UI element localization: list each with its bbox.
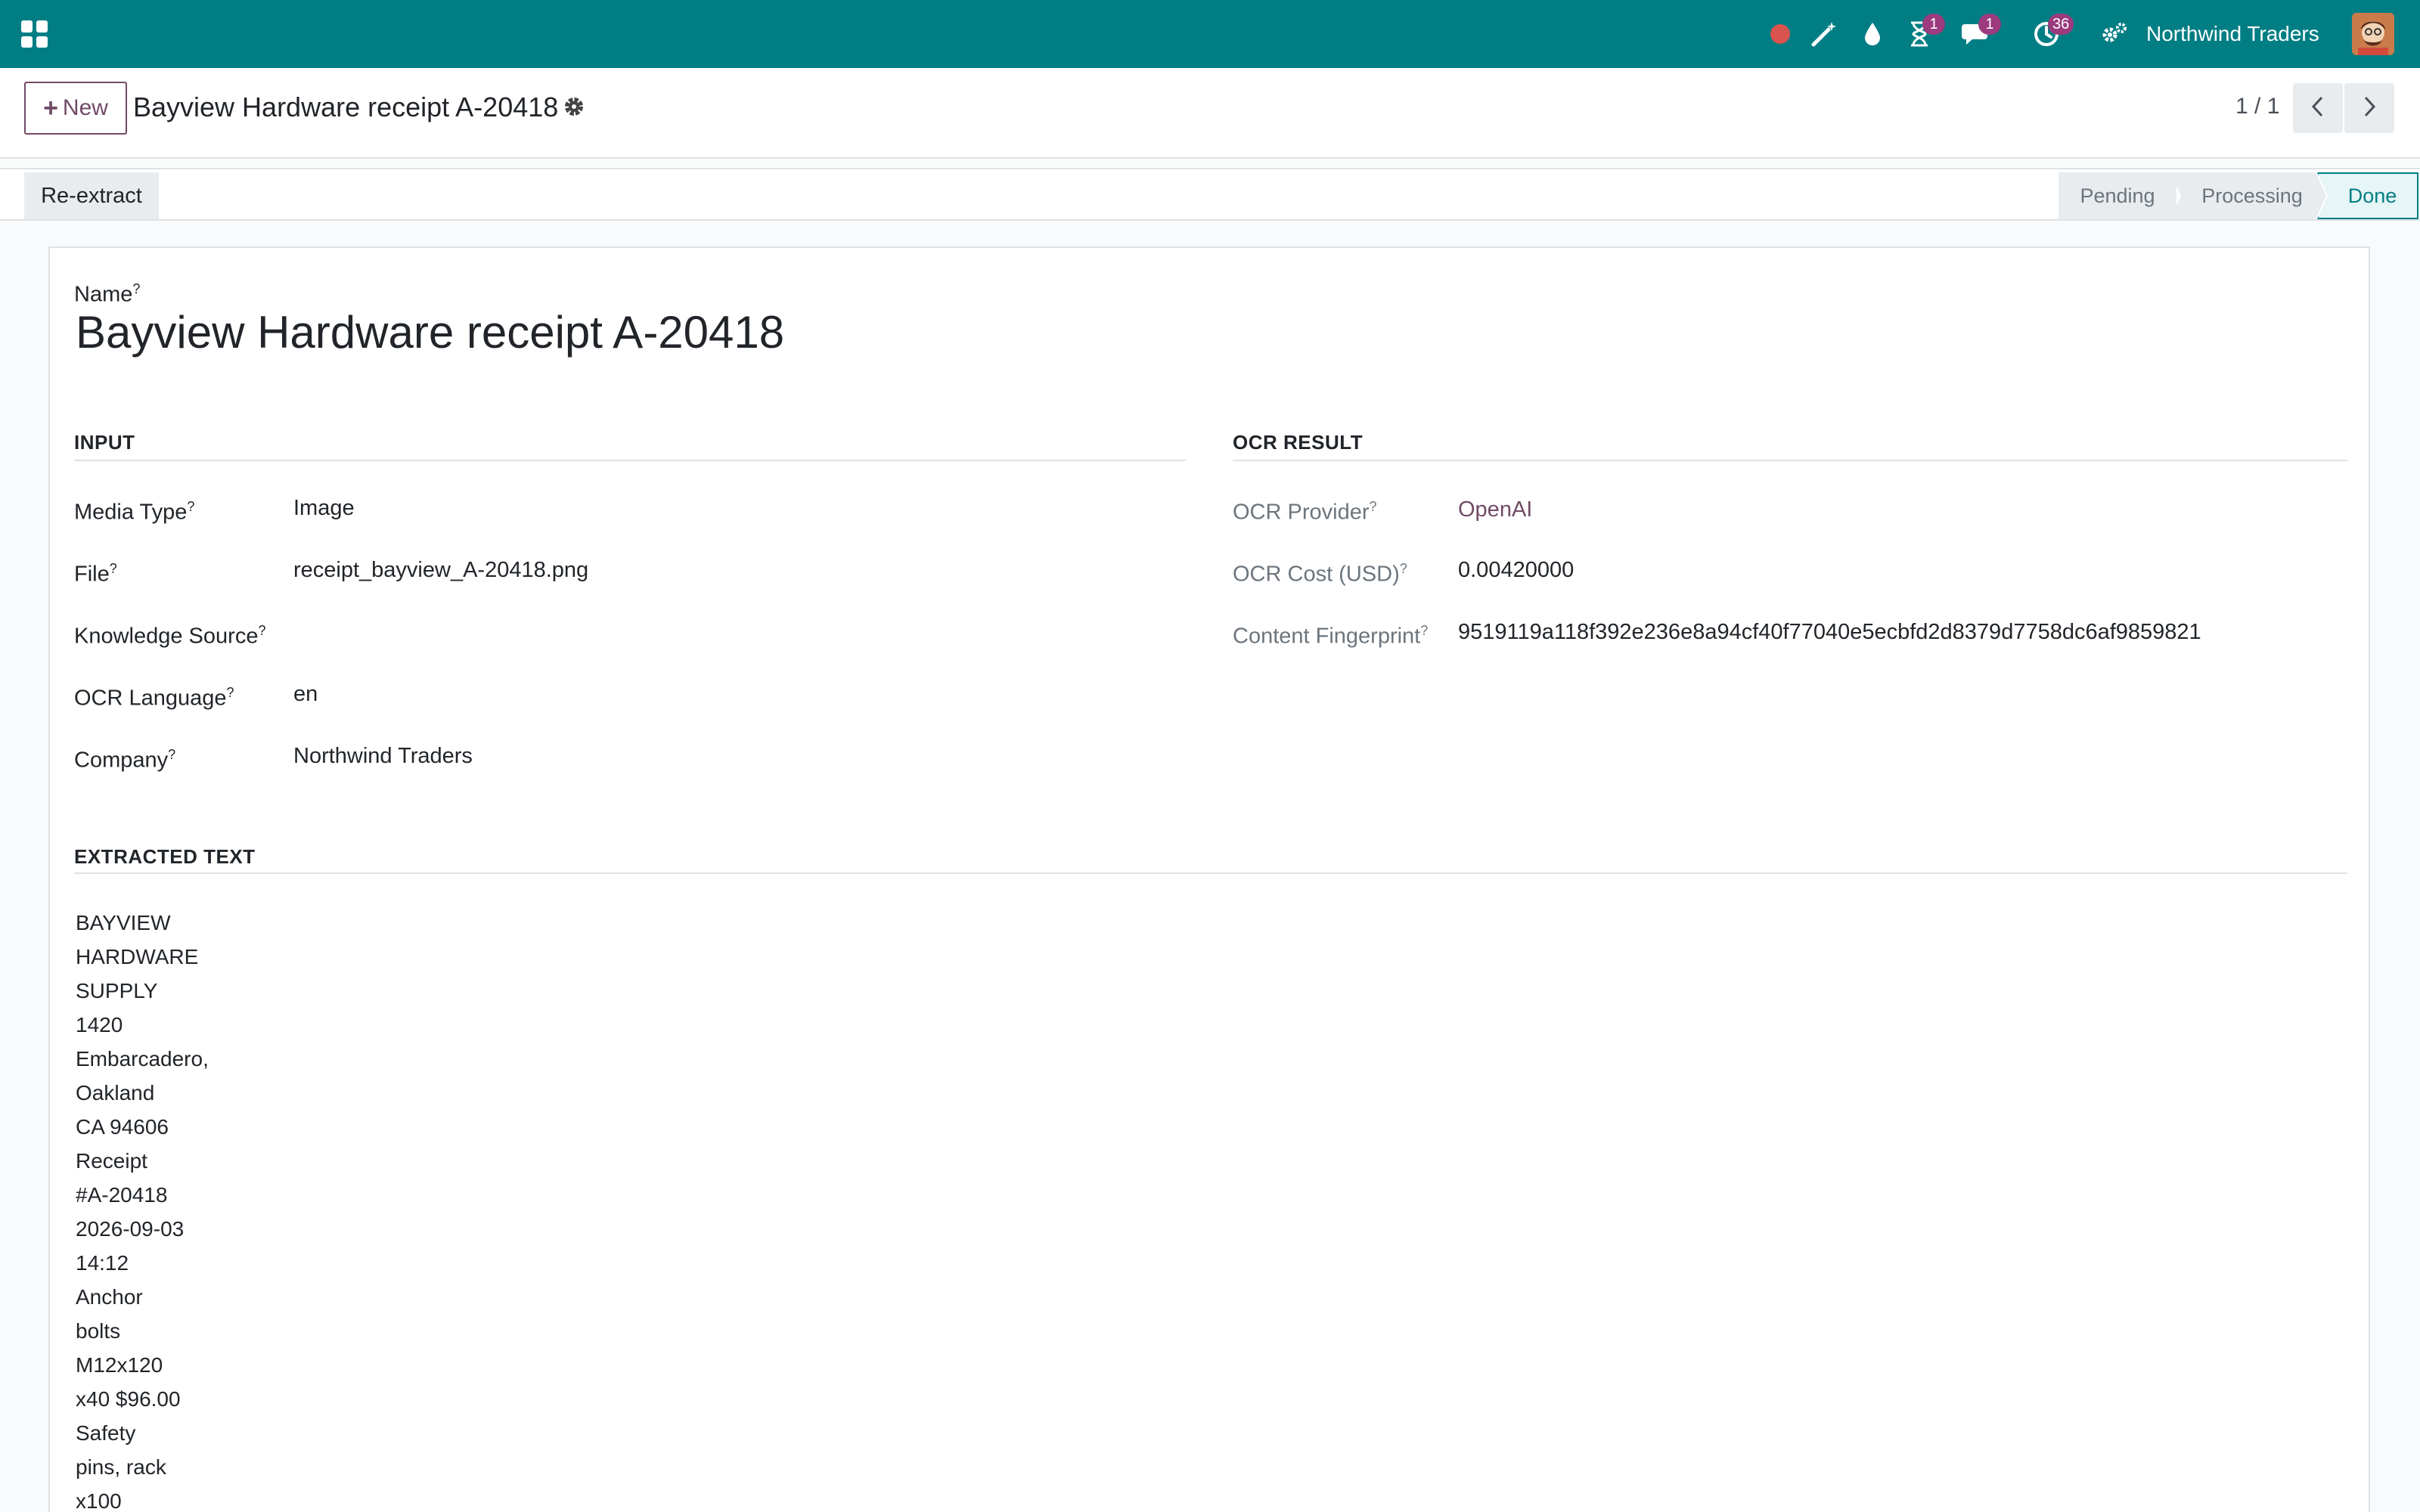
activities-badge: 1 [1922, 14, 1945, 35]
pager-next-button[interactable] [2344, 83, 2394, 133]
ocr-cost-value: 0.00420000 [1458, 558, 1575, 582]
user-avatar[interactable] [2352, 13, 2394, 55]
input-section-divider [74, 460, 1186, 461]
input-section-title: INPUT [74, 431, 135, 454]
extracted-text-line: Oakland [76, 1081, 155, 1105]
pager-previous-button[interactable] [2293, 83, 2343, 133]
form-statusbar: Re-extract Pending Processing Done [0, 168, 2420, 221]
new-button-label: New [62, 95, 108, 120]
apps-menu-icon[interactable] [21, 20, 48, 48]
top-navbar: 1 1 36 Northwind Traders [0, 0, 2420, 68]
help-tooltip-icon: ? [168, 747, 176, 762]
extracted-text-line: 14:12 [76, 1251, 129, 1275]
extracted-text-line: x100 [76, 1489, 122, 1512]
media-type-label: Media Type? [74, 499, 195, 525]
clock-badge: 36 [2048, 14, 2074, 35]
media-type-value[interactable]: Image [293, 493, 355, 523]
ocr-provider-link[interactable]: OpenAI [1458, 494, 1532, 525]
droplet-icon[interactable] [1859, 15, 1886, 53]
plus-icon: + [43, 93, 58, 122]
help-tooltip-icon: ? [258, 623, 266, 638]
control-panel: + New Bayview Hardware receipt A-20418 1… [0, 68, 2420, 159]
new-record-button[interactable]: + New [24, 82, 127, 135]
form-sheet: Name? Bayview Hardware receipt A-20418 I… [48, 246, 2370, 1512]
content-fingerprint-value: 9519119a118f392e236e8a94cf40f77040e5ecbf… [1458, 620, 2201, 644]
help-tooltip-icon: ? [1399, 561, 1407, 576]
extracted-text-divider [74, 872, 2347, 874]
extracted-text-line: Receipt [76, 1149, 147, 1173]
stage-pending[interactable]: Pending [2059, 172, 2176, 219]
extracted-text-line: pins, rack [76, 1455, 166, 1479]
knowledge-source-label: Knowledge Source? [74, 623, 266, 649]
extracted-text-line: SUPPLY [76, 979, 158, 1002]
stage-processing[interactable]: Processing [2170, 172, 2326, 219]
ocr-result-section-title: OCR RESULT [1233, 431, 1364, 454]
extracted-text-section-title: EXTRACTED TEXT [74, 845, 256, 868]
content-fingerprint-label: Content Fingerprint? [1233, 623, 1429, 649]
extracted-text-line: 2026-09-03 [76, 1217, 185, 1241]
extracted-text-line: M12x120 [76, 1353, 163, 1377]
ocr-provider-label: OCR Provider? [1233, 499, 1377, 525]
extracted-text-line: Safety [76, 1421, 136, 1445]
ocr-result-section-divider [1233, 460, 2347, 461]
breadcrumb-record-title: Bayview Hardware receipt A-20418 [133, 91, 559, 122]
ocr-cost-label: OCR Cost (USD)? [1233, 561, 1407, 587]
pager-value[interactable]: 1 / 1 [2235, 94, 2279, 119]
activity-hourglass-icon[interactable]: 1 [1904, 14, 1945, 53]
file-value[interactable]: receipt_bayview_A-20418.png [293, 555, 588, 585]
extracted-text-line: 1420 [76, 1013, 123, 1036]
ocr-language-label: OCR Language? [74, 685, 234, 711]
chevron-left-icon [2309, 95, 2327, 122]
messages-chat-icon[interactable]: 1 [1960, 14, 2001, 53]
help-tooltip-icon: ? [132, 281, 141, 296]
name-field-value[interactable]: Bayview Hardware receipt A-20418 [76, 302, 784, 363]
extracted-text-line: x40 $96.00 [76, 1387, 181, 1411]
recording-indicator-icon[interactable] [1767, 15, 1794, 53]
magic-wand-icon[interactable] [1809, 15, 1839, 53]
gear-icon[interactable] [563, 91, 593, 121]
re-extract-button[interactable]: Re-extract [24, 172, 159, 219]
company-switcher[interactable]: Northwind Traders [2146, 20, 2319, 48]
chevron-right-icon [2360, 95, 2378, 122]
help-tooltip-icon: ? [109, 561, 117, 576]
help-tooltip-icon: ? [226, 685, 234, 700]
help-tooltip-icon: ? [1420, 623, 1429, 638]
extracted-text-line: BAYVIEW [76, 911, 171, 934]
stage-done[interactable]: Done [2317, 172, 2418, 219]
company-label: Company? [74, 747, 176, 773]
extracted-text-line: bolts [76, 1319, 121, 1343]
clock-icon[interactable]: 36 [2030, 14, 2074, 53]
file-label: File? [74, 561, 117, 587]
extracted-text-line: Embarcadero, [76, 1047, 209, 1070]
settings-gears-icon[interactable] [2099, 15, 2130, 53]
extracted-text-line: HARDWARE [76, 945, 199, 968]
extracted-text-line: Anchor [76, 1285, 143, 1309]
help-tooltip-icon: ? [187, 499, 195, 514]
help-tooltip-icon: ? [1369, 499, 1377, 514]
messages-badge: 1 [1978, 14, 2001, 35]
extracted-text-field[interactable]: BAYVIEW HARDWARE SUPPLY 1420 Embarcadero… [76, 906, 209, 1512]
extracted-text-line: #A-20418 [76, 1183, 168, 1207]
company-value[interactable]: Northwind Traders [293, 741, 473, 771]
extracted-text-line: CA 94606 [76, 1115, 169, 1139]
ocr-language-value[interactable]: en [293, 679, 318, 709]
